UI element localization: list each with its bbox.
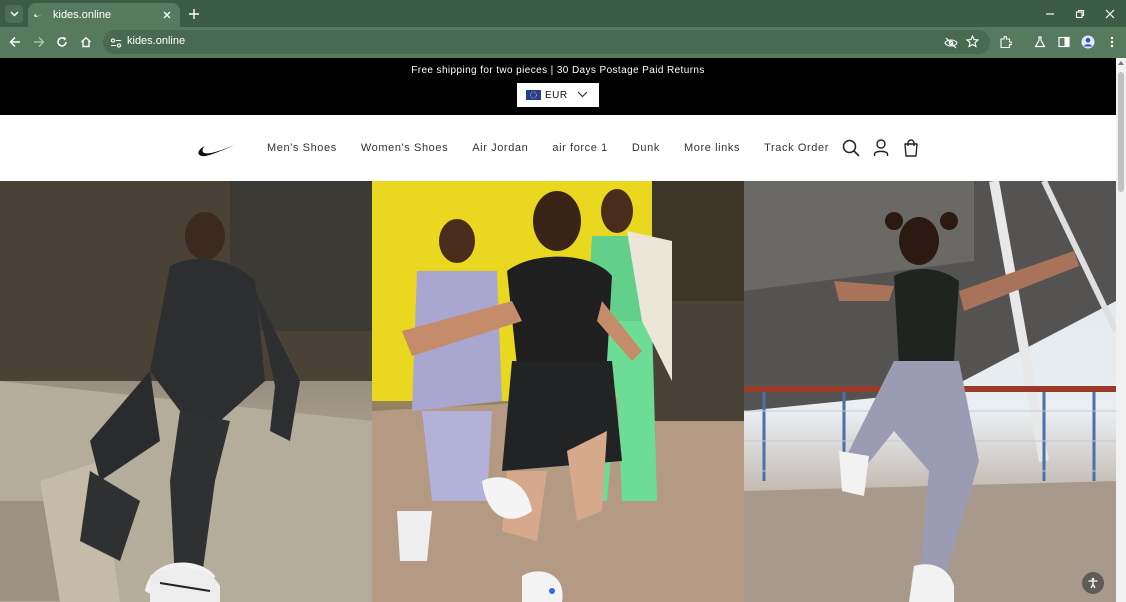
browser-toolbar: kides.online <box>0 27 1126 58</box>
hero-image-3-graphic <box>744 181 1116 602</box>
currency-selector[interactable]: EUR <box>517 83 599 107</box>
extensions-button[interactable] <box>997 34 1013 50</box>
hero-image-2-graphic <box>372 181 744 602</box>
restore-icon <box>1075 9 1085 18</box>
close-icon <box>1105 9 1115 18</box>
tab-title: kides.online <box>53 9 112 21</box>
accessibility-icon <box>1088 577 1098 589</box>
new-tab-button[interactable] <box>186 6 201 21</box>
address-bar-url: kides.online <box>127 35 186 47</box>
chevron-down-icon <box>9 11 19 17</box>
tab-search-button[interactable] <box>5 5 23 23</box>
scrollbar-thumb[interactable] <box>1118 72 1124 192</box>
forward-button[interactable] <box>31 34 47 50</box>
reload-icon <box>57 36 67 47</box>
puzzle-icon <box>999 35 1012 48</box>
eye-off-icon[interactable] <box>944 36 958 54</box>
swoosh-logo-icon[interactable] <box>197 140 241 158</box>
arrow-right-icon <box>34 36 45 48</box>
nav-item-more-links[interactable]: More links <box>684 142 740 154</box>
nav-item-mens-shoes[interactable]: Men's Shoes <box>267 142 337 154</box>
browser-menu-button[interactable] <box>1104 34 1120 50</box>
currency-label: EUR <box>545 89 568 101</box>
nav-item-womens-shoes[interactable]: Women's Shoes <box>361 142 448 154</box>
page-scrollbar[interactable] <box>1116 58 1126 602</box>
kebab-menu-icon <box>1110 36 1114 48</box>
announcement-bar: Free shipping for two pieces | 30 Days P… <box>0 58 1116 115</box>
hero-image-three-friends[interactable] <box>372 181 744 602</box>
announcement-text: Free shipping for two pieces | 30 Days P… <box>411 65 705 76</box>
close-tab-icon[interactable] <box>160 8 174 22</box>
scroll-up-arrow-icon[interactable] <box>1118 61 1124 65</box>
minimize-icon <box>1046 12 1054 15</box>
profile-avatar-icon <box>1081 35 1095 49</box>
home-button[interactable] <box>78 34 94 50</box>
nav-item-air-jordan[interactable]: Air Jordan <box>472 142 528 154</box>
browser-tab-active[interactable]: kides.online <box>28 3 180 27</box>
chevron-down-icon <box>577 91 588 98</box>
search-icon[interactable] <box>842 138 860 157</box>
labs-button[interactable] <box>1032 34 1048 50</box>
bookmark-star-icon[interactable] <box>965 34 980 53</box>
hero-image-dancer-on-steps[interactable] <box>0 181 372 602</box>
browser-tab-strip: kides.online <box>0 0 1126 27</box>
minimize-window-button[interactable] <box>1042 6 1058 21</box>
reload-button[interactable] <box>54 34 70 50</box>
side-panel-icon <box>1058 36 1070 48</box>
arrow-left-icon <box>9 36 20 48</box>
profile-button[interactable] <box>1080 34 1096 50</box>
nike-favicon-icon <box>34 9 46 21</box>
main-navigation: Men's Shoes Women's Shoes Air Jordan air… <box>267 142 853 154</box>
close-window-button[interactable] <box>1102 6 1118 21</box>
site-header: Men's Shoes Women's Shoes Air Jordan air… <box>0 115 1116 181</box>
accessibility-button[interactable] <box>1082 572 1104 594</box>
hero-image-1-graphic <box>0 181 372 602</box>
plus-icon <box>188 8 199 19</box>
hero-image-dancer-under-bridge[interactable] <box>744 181 1116 602</box>
hero-banner[interactable] <box>0 181 1116 602</box>
back-button[interactable] <box>7 34 23 50</box>
nav-item-air-force-1[interactable]: air force 1 <box>552 142 608 154</box>
nav-item-track-order[interactable]: Track Order <box>764 142 829 154</box>
address-bar[interactable]: kides.online <box>103 30 990 54</box>
carousel-indicator-dot[interactable] <box>549 588 555 594</box>
nav-item-dunk[interactable]: Dunk <box>632 142 660 154</box>
restore-window-button[interactable] <box>1072 6 1088 21</box>
home-icon <box>81 36 91 48</box>
site-info-icon[interactable] <box>110 36 122 54</box>
cart-icon[interactable] <box>902 138 920 157</box>
side-panel-button[interactable] <box>1056 34 1072 50</box>
account-icon[interactable] <box>872 138 890 157</box>
flask-icon <box>1034 36 1046 48</box>
eu-flag-icon <box>526 90 541 100</box>
